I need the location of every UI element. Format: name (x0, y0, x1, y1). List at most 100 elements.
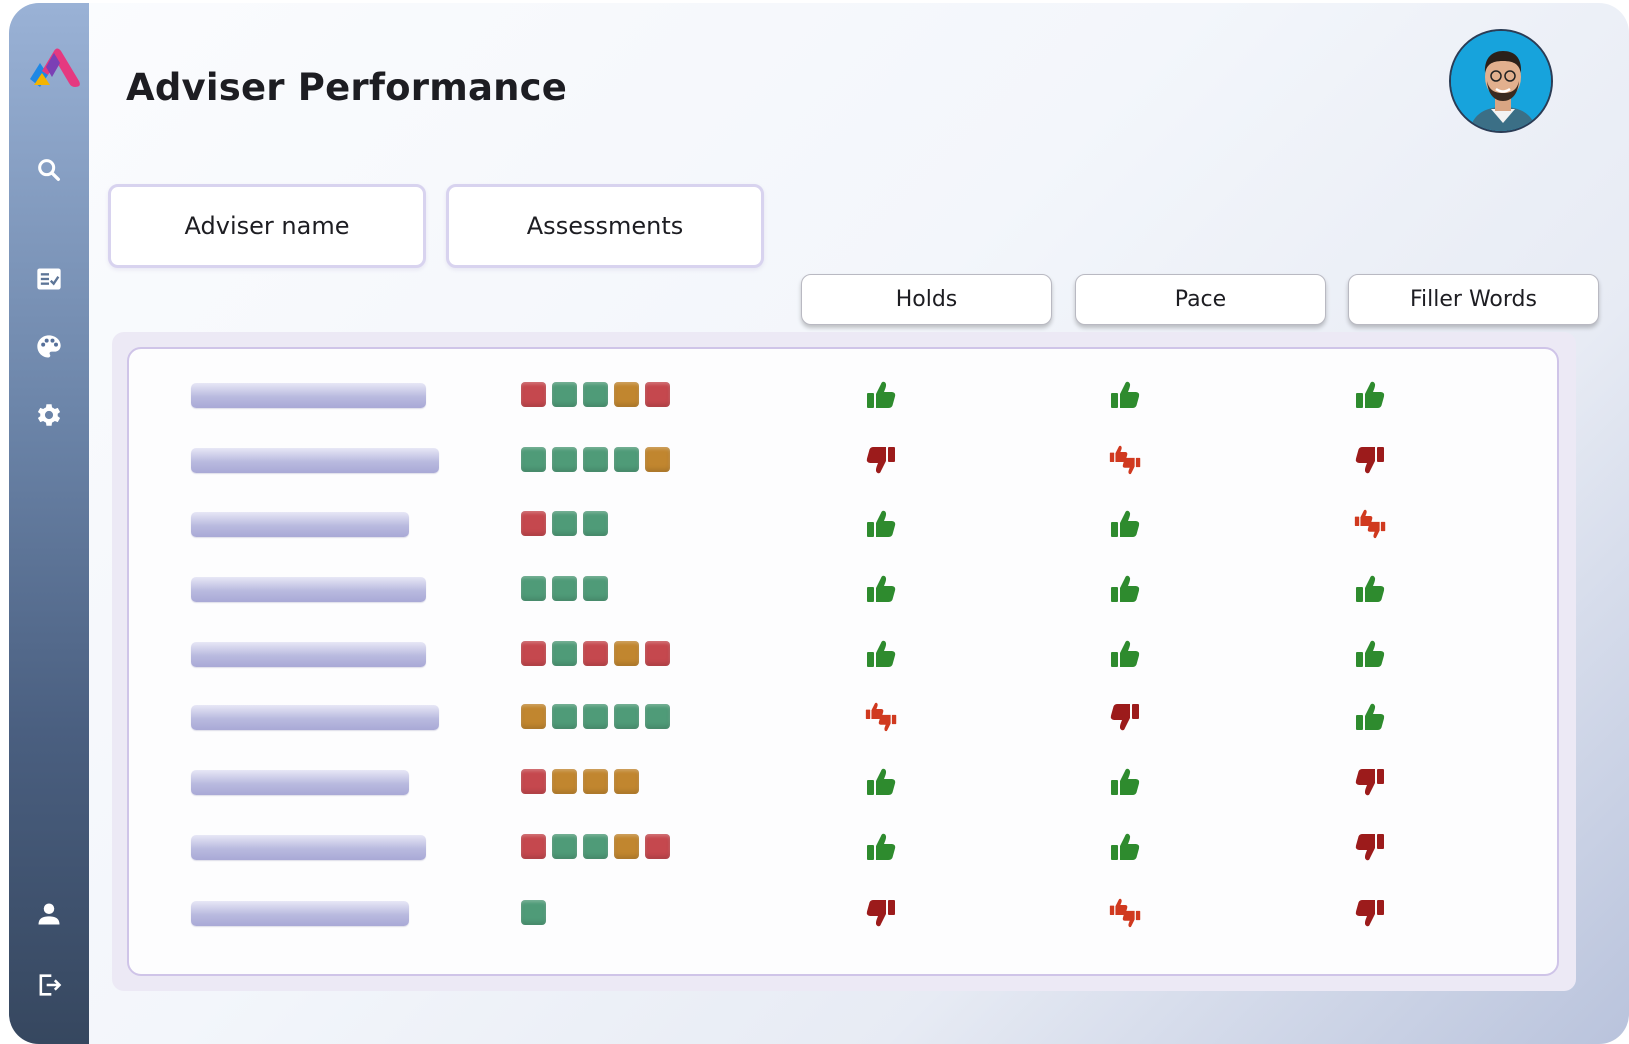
assessment-square-amber[interactable] (614, 834, 639, 859)
assessment-square-amber[interactable] (645, 447, 670, 472)
table-row[interactable] (0, 762, 1629, 802)
table-row[interactable] (0, 697, 1629, 737)
assessment-square-green[interactable] (583, 704, 608, 729)
assessment-squares (521, 834, 670, 860)
pace-thumbs-up-icon (1108, 766, 1142, 798)
pace-thumbs-up-icon (1108, 508, 1142, 540)
assessment-square-green[interactable] (614, 704, 639, 729)
assessment-squares (521, 641, 670, 667)
assessment-square-green[interactable] (521, 900, 546, 925)
holds-thumbs-down-icon (864, 897, 898, 929)
assessment-square-green[interactable] (552, 576, 577, 601)
table-row[interactable] (0, 827, 1629, 867)
assessment-square-amber[interactable] (614, 382, 639, 407)
adviser-name-placeholder (191, 577, 426, 602)
assessment-square-green[interactable] (583, 511, 608, 536)
table-row[interactable] (0, 504, 1629, 544)
assessment-square-red[interactable] (521, 641, 546, 666)
pace-thumbs-mixed-icon (1108, 444, 1142, 476)
pace-thumbs-up-icon (1108, 573, 1142, 605)
assessments-filter-button[interactable]: Assessments (446, 184, 764, 268)
assessment-square-red[interactable] (521, 382, 546, 407)
assessment-square-green[interactable] (552, 704, 577, 729)
assessment-square-green[interactable] (521, 447, 546, 472)
adviser-name-filter-button[interactable]: Adviser name (108, 184, 426, 268)
assessment-square-red[interactable] (645, 641, 670, 666)
holds-thumbs-up-icon (864, 573, 898, 605)
filler-words-thumbs-up-icon (1353, 379, 1387, 411)
filler-words-thumbs-mixed-icon (1353, 508, 1387, 540)
assessment-square-red[interactable] (583, 641, 608, 666)
assessment-square-amber[interactable] (614, 769, 639, 794)
assessment-square-red[interactable] (521, 511, 546, 536)
assessment-square-green[interactable] (552, 447, 577, 472)
table-row[interactable] (0, 375, 1629, 415)
holds-column-button[interactable]: Holds (801, 274, 1052, 325)
search-icon[interactable] (33, 154, 65, 186)
pace-thumbs-up-icon (1108, 638, 1142, 670)
filler-words-thumbs-down-icon (1353, 897, 1387, 929)
adviser-name-placeholder (191, 642, 426, 667)
holds-thumbs-up-icon (864, 379, 898, 411)
adviser-name-placeholder (191, 705, 439, 730)
filler-words-thumbs-up-icon (1353, 573, 1387, 605)
adviser-name-placeholder (191, 383, 426, 408)
assessment-squares (521, 576, 608, 602)
assessment-square-green[interactable] (645, 704, 670, 729)
adviser-name-placeholder (191, 512, 409, 537)
palette-icon[interactable] (33, 331, 65, 363)
assessment-squares (521, 900, 546, 926)
adviser-name-placeholder (191, 448, 439, 473)
assessment-square-green[interactable] (521, 576, 546, 601)
adviser-name-placeholder (191, 770, 409, 795)
holds-thumbs-up-icon (864, 831, 898, 863)
assessment-square-red[interactable] (521, 769, 546, 794)
assessment-square-green[interactable] (583, 576, 608, 601)
filler-words-thumbs-down-icon (1353, 831, 1387, 863)
avatar[interactable] (1449, 29, 1553, 133)
page-title: Adviser Performance (126, 66, 568, 109)
pace-column-button[interactable]: Pace (1075, 274, 1326, 325)
assessment-squares (521, 382, 670, 408)
adviser-name-placeholder (191, 835, 426, 860)
holds-thumbs-up-icon (864, 766, 898, 798)
assessment-square-red[interactable] (521, 834, 546, 859)
filler-words-thumbs-down-icon (1353, 444, 1387, 476)
assessment-square-green[interactable] (552, 641, 577, 666)
assessment-squares (521, 769, 639, 795)
adviser-name-placeholder (191, 901, 409, 926)
assessment-squares (521, 511, 608, 537)
assessment-square-green[interactable] (583, 834, 608, 859)
assessment-square-amber[interactable] (614, 641, 639, 666)
assessment-square-red[interactable] (645, 834, 670, 859)
table-row[interactable] (0, 893, 1629, 933)
assessment-squares (521, 447, 670, 473)
assessment-square-red[interactable] (645, 382, 670, 407)
assessment-square-green[interactable] (614, 447, 639, 472)
pace-thumbs-up-icon (1108, 379, 1142, 411)
holds-thumbs-up-icon (864, 638, 898, 670)
table-row[interactable] (0, 569, 1629, 609)
logout-icon[interactable] (33, 969, 65, 1001)
assessment-square-amber[interactable] (521, 704, 546, 729)
pace-thumbs-down-icon (1108, 701, 1142, 733)
filler-words-column-button[interactable]: Filler Words (1348, 274, 1599, 325)
assessment-square-green[interactable] (552, 382, 577, 407)
filler-words-thumbs-up-icon (1353, 638, 1387, 670)
holds-thumbs-down-icon (864, 444, 898, 476)
assessment-square-green[interactable] (583, 382, 608, 407)
assessment-square-green[interactable] (583, 447, 608, 472)
assessment-square-amber[interactable] (583, 769, 608, 794)
filler-words-thumbs-up-icon (1353, 701, 1387, 733)
holds-thumbs-mixed-icon (864, 701, 898, 733)
pace-thumbs-up-icon (1108, 831, 1142, 863)
checklist-icon[interactable] (33, 263, 65, 295)
table-row[interactable] (0, 440, 1629, 480)
assessment-square-amber[interactable] (552, 769, 577, 794)
assessment-square-green[interactable] (552, 834, 577, 859)
table-row[interactable] (0, 634, 1629, 674)
assessment-squares (521, 704, 670, 730)
filler-words-thumbs-down-icon (1353, 766, 1387, 798)
app-logo (24, 41, 80, 93)
assessment-square-green[interactable] (552, 511, 577, 536)
